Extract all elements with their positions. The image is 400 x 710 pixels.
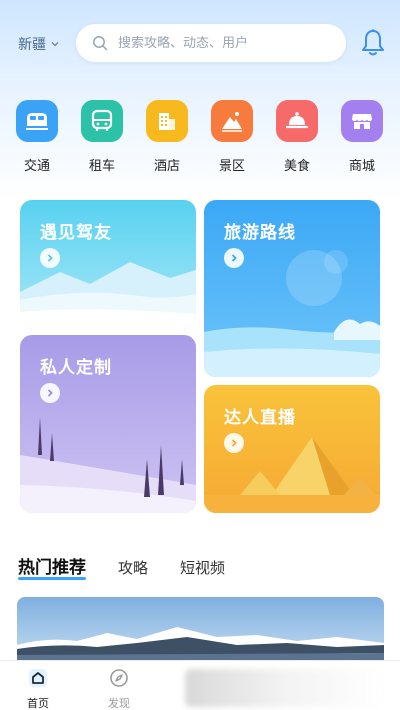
category-car-rental[interactable]: 租车 — [74, 100, 130, 174]
bottom-navigation: 首页 发现 — [0, 660, 400, 710]
card-title: 达人直播 — [224, 408, 296, 428]
card-travel-route[interactable]: 旅游路线 — [204, 200, 380, 377]
tab-short-videos[interactable]: 短视频 — [180, 557, 225, 578]
landscape-photo — [17, 597, 384, 667]
search-bar[interactable] — [76, 24, 346, 62]
search-input[interactable] — [118, 35, 328, 51]
category-label: 租车 — [88, 159, 115, 174]
card-meet-driver[interactable]: 遇见驾友 — [20, 200, 196, 327]
card-private-custom[interactable]: 私人定制 — [20, 335, 196, 513]
category-label: 景区 — [218, 159, 245, 174]
obscured-area — [185, 669, 385, 707]
category-scenic[interactable]: 景区 — [204, 100, 260, 174]
content-tabs: 热门推荐 攻略 短视频 — [18, 548, 257, 580]
nav-discover[interactable]: 发现 — [97, 667, 141, 710]
compass-icon — [110, 669, 128, 687]
region-label: 新疆 — [18, 37, 46, 53]
tab-guides[interactable]: 攻略 — [118, 557, 148, 578]
bell-icon[interactable] — [360, 28, 386, 58]
search-icon — [93, 36, 108, 51]
arrow-right-icon — [224, 433, 244, 453]
nav-label: 发现 — [108, 697, 130, 710]
arrow-right-icon — [224, 248, 244, 268]
chevron-down-icon — [51, 42, 59, 47]
category-food[interactable]: 美食 — [269, 100, 325, 174]
category-hotel[interactable]: 酒店 — [139, 100, 195, 174]
food-cloche-icon — [276, 100, 318, 142]
arrow-right-icon — [40, 248, 60, 268]
category-label: 交通 — [23, 159, 50, 174]
train-icon — [16, 100, 58, 142]
card-title: 遇见驾友 — [40, 223, 112, 243]
category-mall[interactable]: 商城 — [334, 100, 390, 174]
card-title: 私人定制 — [40, 358, 112, 378]
category-label: 酒店 — [153, 159, 180, 174]
featured-image[interactable] — [17, 597, 384, 667]
tab-hot-recommend[interactable]: 热门推荐 — [18, 553, 86, 580]
category-label: 美食 — [283, 159, 310, 174]
arrow-right-icon — [40, 383, 60, 403]
nav-label: 首页 — [27, 697, 49, 710]
header: 新疆 — [0, 24, 400, 64]
home-icon — [29, 669, 47, 687]
nav-home[interactable]: 首页 — [16, 667, 60, 710]
mountain-icon — [211, 100, 253, 142]
region-selector[interactable]: 新疆 — [18, 34, 60, 54]
card-live-stream[interactable]: 达人直播 — [204, 385, 380, 513]
bus-icon — [81, 100, 123, 142]
shop-icon — [341, 100, 383, 142]
category-transport[interactable]: 交通 — [9, 100, 65, 174]
category-grid: 交通 租车 酒店 景区 美食 商城 — [0, 100, 400, 180]
card-title: 旅游路线 — [224, 223, 296, 243]
category-label: 商城 — [348, 159, 375, 174]
hotel-icon — [146, 100, 188, 142]
